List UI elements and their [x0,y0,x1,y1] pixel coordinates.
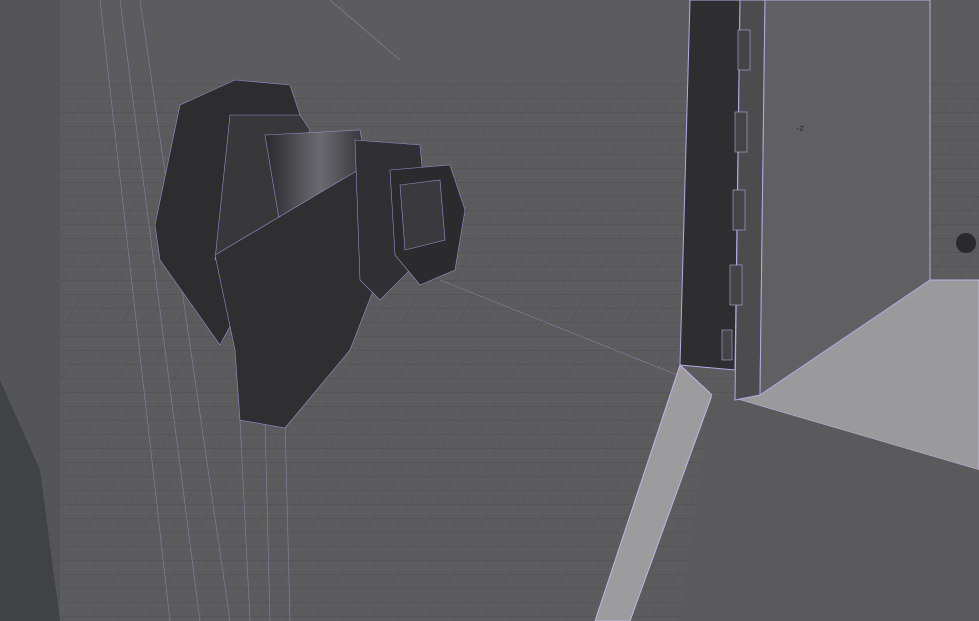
axis-label: -z [796,124,804,134]
door-panel [679,0,741,371]
scene [0,0,979,621]
3d-viewport[interactable]: -z [0,0,979,621]
small-object [956,233,976,253]
